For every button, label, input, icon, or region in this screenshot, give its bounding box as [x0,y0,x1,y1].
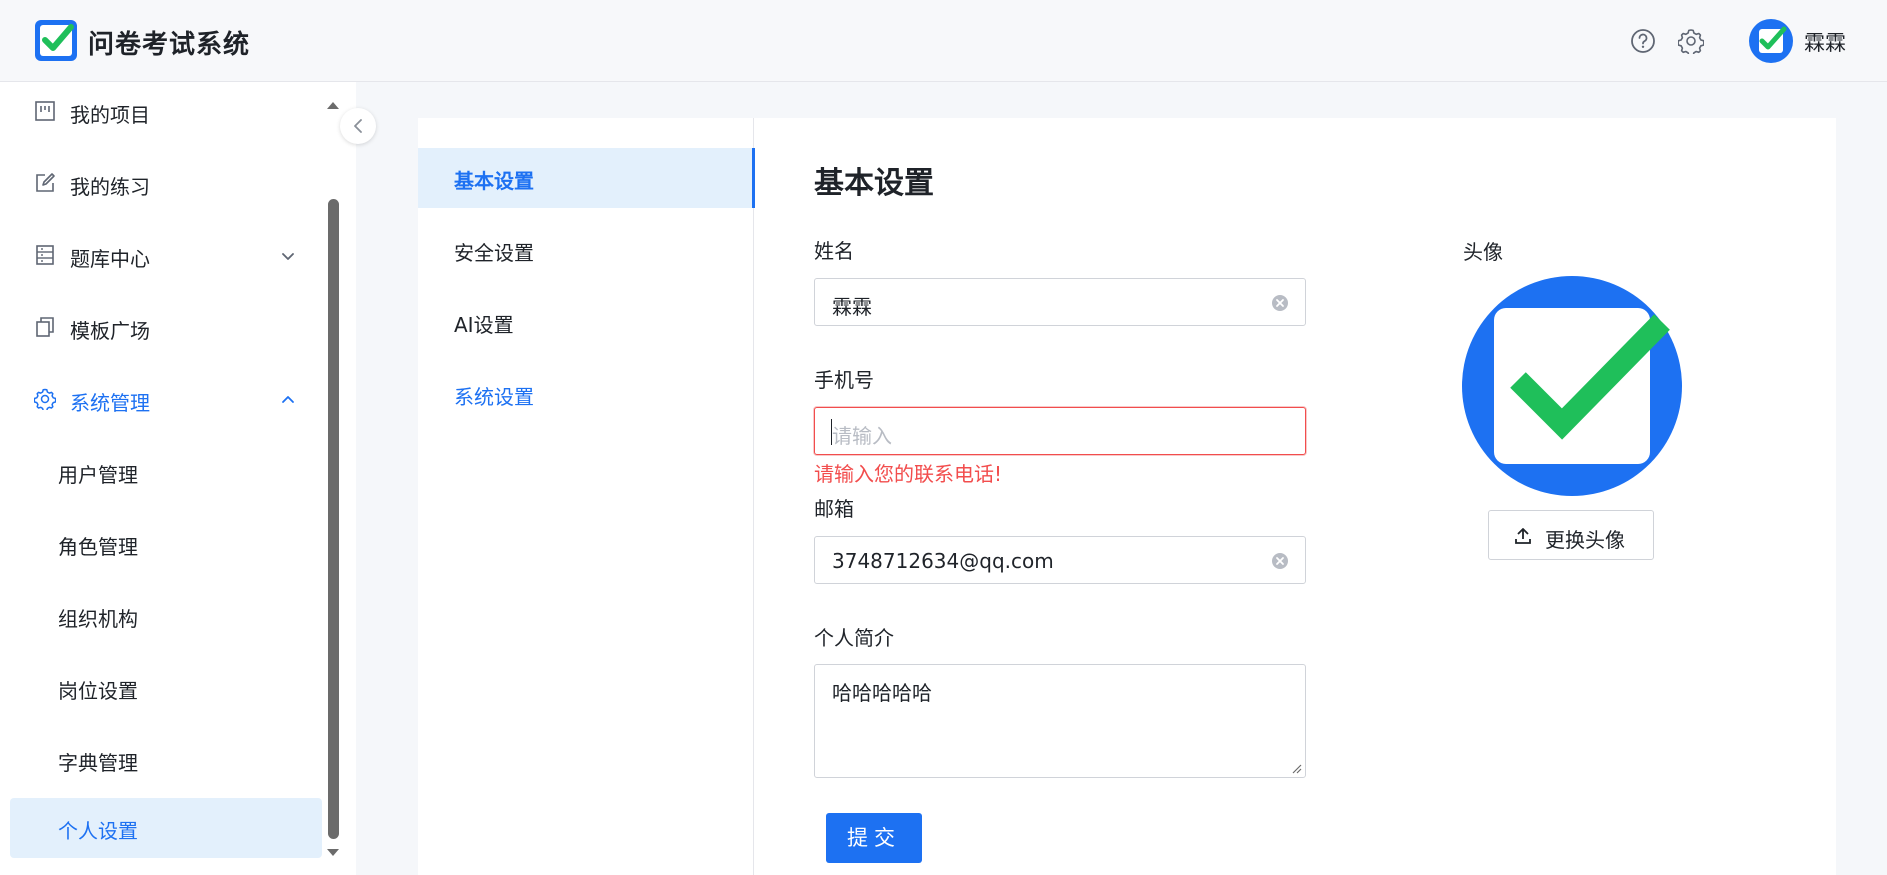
sidebar-item-label: 岗位设置 [58,679,138,703]
logo-icon [35,20,77,61]
name-label: 姓名 [814,239,854,263]
sidebar-item-label: 我的练习 [70,175,150,199]
sidebar-item-label: 我的项目 [70,103,150,127]
scroll-down-arrow[interactable] [326,848,340,858]
avatar-image [1462,276,1682,496]
tab-ai-settings[interactable]: AI设置 [418,292,754,352]
sidebar-item-label: 题库中心 [70,247,150,271]
sidebar-item-position-settings[interactable]: 岗位设置 [0,658,322,718]
clear-icon[interactable] [1271,552,1289,570]
gear-icon [34,388,56,410]
name-field[interactable]: 霖霖 [814,278,1306,326]
sidebar-item-my-practice[interactable]: 我的练习 [0,154,322,214]
sidebar-collapse-button[interactable] [340,108,376,144]
sidebar-item-question-bank[interactable]: 题库中心 [0,226,322,286]
sidebar-item-my-projects[interactable]: 我的项目 [0,82,322,142]
chevron-up-icon [282,396,294,403]
edit-icon [36,173,55,192]
tab-label: 系统设置 [454,385,534,409]
chevron-left-icon [354,119,362,133]
question-bank-icon [36,245,54,265]
email-field[interactable]: 3748712634@qq.com [814,536,1306,584]
tab-label: AI设置 [454,313,514,337]
settings-nav: 基本设置 安全设置 AI设置 系统设置 [418,118,755,875]
tab-security-settings[interactable]: 安全设置 [418,220,754,280]
section-title: 基本设置 [814,166,934,201]
header-username[interactable]: 霖霖 [1804,27,1846,57]
sidebar-item-template-plaza[interactable]: 模板广场 [0,298,322,358]
change-avatar-button[interactable]: 更换头像 [1488,510,1654,560]
resize-grip-icon[interactable] [1290,762,1302,774]
sidebar-item-label: 用户管理 [58,463,138,487]
tab-system-settings[interactable]: 系统设置 [418,364,754,424]
tab-label: 基本设置 [454,169,534,193]
sidebar-item-organization[interactable]: 组织机构 [0,586,322,646]
phone-placeholder: 请输入 [832,424,892,448]
name-value: 霖霖 [832,295,872,319]
email-value: 3748712634@qq.com [832,549,1054,573]
bio-label: 个人简介 [814,626,894,650]
sidebar-item-dictionary-management[interactable]: 字典管理 [0,730,322,790]
sidebar-item-system-management[interactable]: 系统管理 [0,370,322,430]
sidebar-item-label: 个人设置 [58,819,138,843]
email-label: 邮箱 [814,497,854,521]
app-title: 问卷考试系统 [88,30,251,60]
submit-button[interactable]: 提交 [826,813,922,863]
sidebar-item-personal-settings[interactable]: 个人设置 [10,798,322,858]
top-header: 问卷考试系统 霖霖 [0,0,1887,82]
sidebar-item-label: 系统管理 [70,391,150,415]
phone-field[interactable]: 请输入 [814,407,1306,455]
phone-error-message: 请输入您的联系电话! [814,462,1003,486]
tab-basic-settings[interactable]: 基本设置 [418,148,755,208]
sidebar: 我的项目 我的练习 题库中心 模板广场 系统管理 用户管理 角色管理 组织机构 … [0,82,356,875]
help-icon[interactable] [1630,28,1656,54]
upload-icon [1515,528,1531,544]
phone-label: 手机号 [814,368,874,392]
settings-card: 基本设置 安全设置 AI设置 系统设置 基本设置 姓名 霖霖 手机号 请输入 请… [418,118,1836,875]
clear-icon[interactable] [1271,294,1289,312]
settings-icon[interactable] [1678,28,1704,54]
sidebar-scrollbar-thumb[interactable] [328,199,339,839]
template-icon [36,317,54,337]
sidebar-item-user-management[interactable]: 用户管理 [0,442,322,502]
user-avatar[interactable] [1749,19,1793,63]
bio-value: 哈哈哈哈哈 [832,681,932,705]
scroll-up-arrow[interactable] [326,100,340,110]
sidebar-item-label: 组织机构 [58,607,138,631]
sidebar-item-label: 字典管理 [58,751,138,775]
chevron-down-icon [282,253,294,260]
sidebar-item-role-management[interactable]: 角色管理 [0,514,322,574]
change-avatar-label: 更换头像 [1545,528,1625,552]
project-icon [35,101,55,121]
sidebar-item-label: 角色管理 [58,535,138,559]
tab-label: 安全设置 [454,241,534,265]
bio-textarea[interactable]: 哈哈哈哈哈 [814,664,1306,778]
sidebar-item-label: 模板广场 [70,319,150,343]
avatar-label: 头像 [1463,240,1503,264]
